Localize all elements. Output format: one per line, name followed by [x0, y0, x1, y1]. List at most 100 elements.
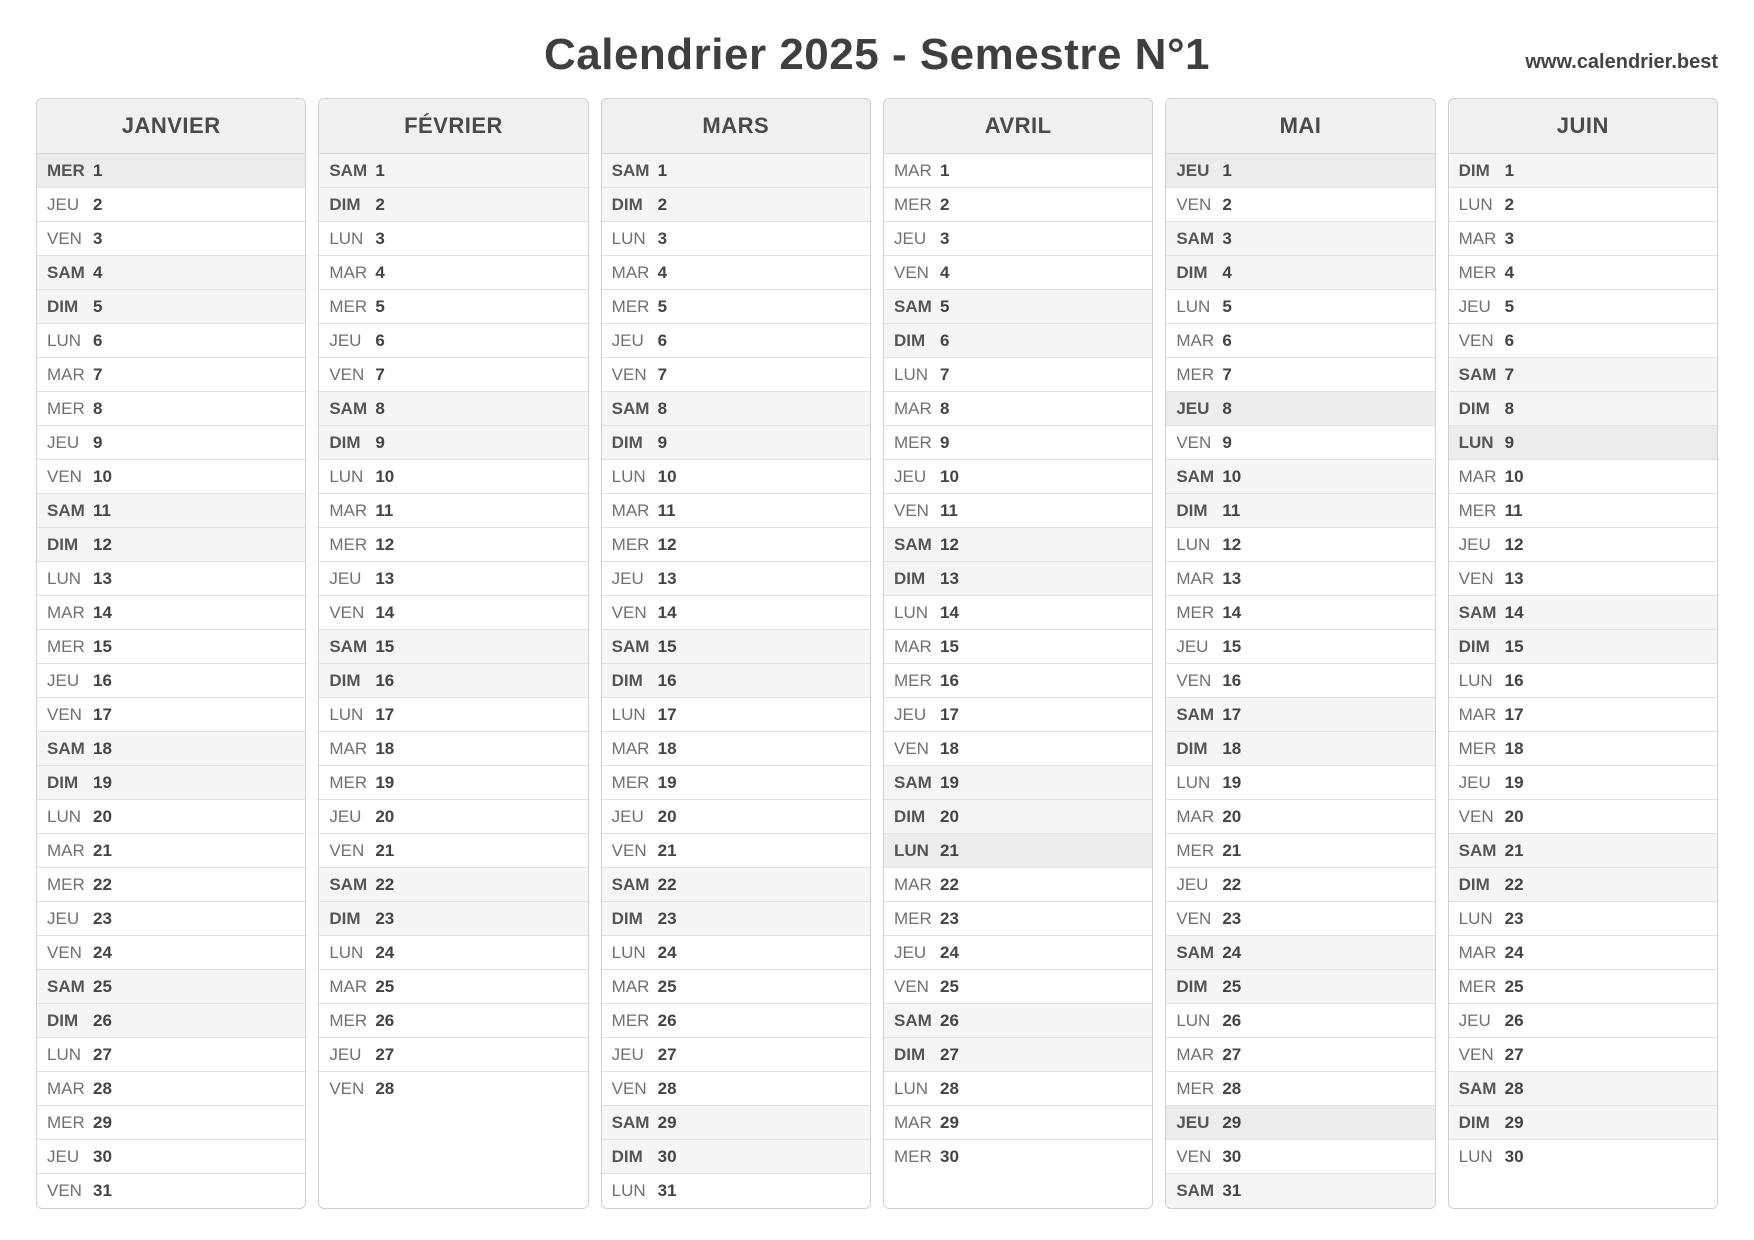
day-abbr: VEN [1176, 195, 1222, 215]
day-number: 27 [940, 1045, 959, 1065]
day-cell: MER5 [602, 290, 870, 324]
day-abbr: DIM [47, 773, 93, 793]
day-abbr: JEU [1176, 161, 1222, 181]
month-header: FÉVRIER [319, 99, 587, 154]
day-cell: MAR20 [1166, 800, 1434, 834]
day-number: 18 [375, 739, 394, 759]
day-number: 26 [1222, 1011, 1241, 1031]
day-number: 4 [93, 263, 102, 283]
day-cell: VEN7 [319, 358, 587, 392]
day-number: 12 [1505, 535, 1524, 555]
day-cell: MAR7 [37, 358, 305, 392]
day-cell: JEU17 [884, 698, 1152, 732]
day-number: 28 [375, 1079, 394, 1099]
day-number: 19 [1505, 773, 1524, 793]
day-number: 22 [658, 875, 677, 895]
day-abbr: MAR [329, 263, 375, 283]
day-number: 26 [375, 1011, 394, 1031]
day-number: 21 [1222, 841, 1241, 861]
day-number: 5 [1222, 297, 1231, 317]
day-cell: MAR15 [884, 630, 1152, 664]
day-abbr: MER [47, 161, 93, 181]
day-abbr: LUN [1176, 297, 1222, 317]
day-number: 13 [1222, 569, 1241, 589]
day-abbr: MER [329, 535, 375, 555]
day-cell: MAR17 [1449, 698, 1717, 732]
day-cell: SAM17 [1166, 698, 1434, 732]
day-abbr: SAM [612, 875, 658, 895]
day-abbr: SAM [612, 637, 658, 657]
day-abbr: MER [47, 637, 93, 657]
day-number: 27 [1505, 1045, 1524, 1065]
day-cell: VEN23 [1166, 902, 1434, 936]
day-abbr: MER [1459, 263, 1505, 283]
day-cell: DIM2 [602, 188, 870, 222]
day-cell: MER26 [319, 1004, 587, 1038]
day-number: 10 [658, 467, 677, 487]
day-abbr: VEN [894, 739, 940, 759]
day-number: 31 [658, 1181, 677, 1201]
day-number: 12 [658, 535, 677, 555]
day-abbr: JEU [1459, 1011, 1505, 1031]
day-number: 13 [1505, 569, 1524, 589]
day-abbr: SAM [329, 161, 375, 181]
day-cell: DIM23 [602, 902, 870, 936]
day-abbr: LUN [1459, 671, 1505, 691]
day-abbr: MAR [1176, 1045, 1222, 1065]
day-number: 27 [375, 1045, 394, 1065]
day-cell: JEU2 [37, 188, 305, 222]
day-number: 8 [940, 399, 949, 419]
day-number: 11 [93, 501, 111, 521]
day-number: 5 [93, 297, 102, 317]
day-number: 1 [1505, 161, 1514, 181]
day-abbr: MAR [1176, 807, 1222, 827]
day-abbr: LUN [47, 569, 93, 589]
day-abbr: MER [329, 297, 375, 317]
day-cell: DIM8 [1449, 392, 1717, 426]
day-number: 21 [1505, 841, 1524, 861]
day-cell: VEN24 [37, 936, 305, 970]
day-number: 21 [93, 841, 112, 861]
day-abbr: DIM [612, 195, 658, 215]
day-cell: MER14 [1166, 596, 1434, 630]
day-number: 29 [93, 1113, 112, 1133]
day-cell: SAM25 [37, 970, 305, 1004]
day-abbr: SAM [47, 263, 93, 283]
day-cell: MER12 [319, 528, 587, 562]
day-number: 26 [93, 1011, 112, 1031]
day-cell: VEN21 [319, 834, 587, 868]
day-abbr: DIM [894, 331, 940, 351]
day-number: 20 [940, 807, 959, 827]
day-abbr: JEU [1176, 1113, 1222, 1133]
day-abbr: VEN [612, 365, 658, 385]
day-cell: VEN18 [884, 732, 1152, 766]
day-number: 25 [93, 977, 112, 997]
day-cell: JEU6 [602, 324, 870, 358]
day-abbr: MER [612, 773, 658, 793]
day-abbr: MAR [47, 365, 93, 385]
day-abbr: DIM [612, 1147, 658, 1167]
day-abbr: JEU [612, 331, 658, 351]
day-number: 3 [940, 229, 949, 249]
day-cell: MAR22 [884, 868, 1152, 902]
day-abbr: JEU [47, 195, 93, 215]
day-number: 15 [658, 637, 677, 657]
day-number: 6 [1505, 331, 1514, 351]
day-number: 28 [658, 1079, 677, 1099]
day-cell: SAM22 [319, 868, 587, 902]
day-cell: MER28 [1166, 1072, 1434, 1106]
day-abbr: JEU [894, 229, 940, 249]
day-cell: MAR3 [1449, 222, 1717, 256]
day-abbr: DIM [1176, 739, 1222, 759]
day-cell: MAR10 [1449, 460, 1717, 494]
day-number: 23 [1222, 909, 1241, 929]
day-abbr: MAR [612, 977, 658, 997]
day-abbr: MAR [894, 1113, 940, 1133]
day-abbr: DIM [1459, 399, 1505, 419]
day-number: 30 [1222, 1147, 1241, 1167]
day-abbr: LUN [47, 331, 93, 351]
day-number: 16 [375, 671, 394, 691]
day-number: 24 [940, 943, 959, 963]
day-number: 20 [93, 807, 112, 827]
day-abbr: MER [47, 875, 93, 895]
